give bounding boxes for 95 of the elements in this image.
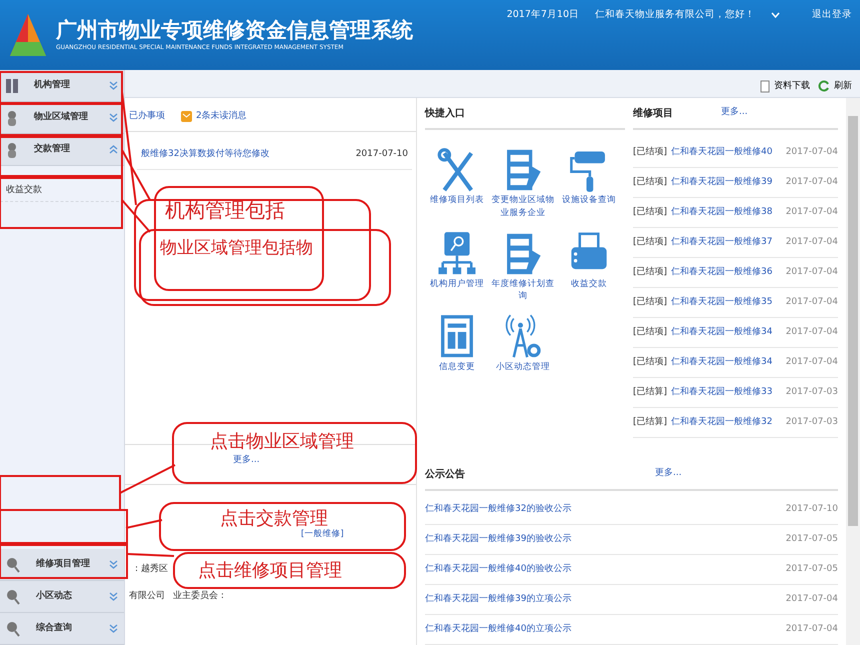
- project-link[interactable]: 仁和春天花园一般维修40: [671, 146, 772, 160]
- person-icon: [6, 110, 18, 126]
- status-tag: [已结项]: [633, 296, 668, 310]
- project-date: 2017-07-04: [786, 266, 838, 279]
- system-title: 广州市物业专项维修资金信息管理系统: [56, 18, 413, 44]
- double-chevron-up-icon: [109, 145, 118, 154]
- info-text: 业主委员会 :: [173, 590, 224, 604]
- notice-link[interactable]: 仁和春天花园一般维修40的验收公示: [425, 562, 572, 576]
- person-icon: [6, 142, 18, 158]
- status-tag: [已结项]: [633, 266, 668, 280]
- notice-link[interactable]: 仁和春天花园一般维修32的验收公示: [425, 502, 572, 516]
- logout-link[interactable]: 退出登录: [812, 8, 852, 22]
- more-link[interactable]: 更多...: [233, 454, 260, 468]
- shortcut-link[interactable]: 收益交款: [571, 278, 607, 290]
- info-text: 有限公司: [129, 590, 165, 604]
- message-date: 2017-07-10: [356, 148, 408, 161]
- scrollbar[interactable]: [846, 98, 860, 645]
- notice-link[interactable]: 仁和春天花园一般维修39的立项公示: [425, 592, 572, 606]
- search-icon: [6, 620, 20, 636]
- project-date: 2017-07-04: [786, 176, 838, 189]
- task-tab[interactable]: 已办事项: [129, 110, 165, 124]
- double-chevron-down-icon: [109, 592, 118, 601]
- callout-text: 点击物业区域管理: [210, 433, 354, 451]
- section-title: 维修项目: [633, 106, 673, 120]
- project-date: 2017-07-03: [786, 416, 838, 429]
- project-link[interactable]: 仁和春天花园一般维修39: [671, 176, 772, 190]
- callout-text: 物业区域管理包括物: [160, 240, 313, 257]
- project-date: 2017-07-04: [786, 146, 838, 159]
- sidebar-menu-item[interactable]: 机构管理: [0, 70, 124, 102]
- status-tag: [已结算]: [633, 416, 668, 430]
- status-tag: [已结项]: [633, 236, 668, 250]
- project-link[interactable]: 仁和春天花园一般维修37: [671, 236, 772, 250]
- sidebar-menu-item[interactable]: 维修项目管理: [0, 549, 124, 581]
- shortcut-link[interactable]: 机构用户管理: [430, 278, 484, 290]
- status-tag: [已结算]: [633, 386, 668, 400]
- double-chevron-down-icon: [109, 81, 118, 90]
- sidebar-subitem[interactable]: 收益交款: [0, 166, 124, 202]
- toolbar-button[interactable]: 资料下载: [756, 80, 814, 93]
- callout-text: 点击交款管理: [220, 510, 328, 528]
- shortcut-link[interactable]: 设施设备查询: [562, 194, 616, 207]
- double-chevron-down-icon: [109, 113, 118, 122]
- more-link[interactable]: 更多...: [721, 106, 748, 120]
- shortcut-link[interactable]: 小区动态管理: [496, 361, 550, 374]
- double-chevron-down-icon: [109, 560, 118, 569]
- notice-date: 2017-07-10: [786, 502, 838, 516]
- notice-date: 2017-07-04: [786, 592, 838, 606]
- project-link[interactable]: 仁和春天花园一般维修35: [671, 296, 772, 310]
- pyramid-logo-icon: [8, 12, 48, 58]
- refresh-icon: [818, 80, 830, 92]
- shortcut-link[interactable]: 年度维修计划查询: [491, 278, 555, 303]
- project-date: 2017-07-04: [786, 236, 838, 249]
- status-tag: [已结项]: [633, 146, 668, 160]
- project-link[interactable]: 仁和春天花园一般维修34: [671, 326, 772, 340]
- project-link[interactable]: 仁和春天花园一般维修34: [671, 356, 772, 370]
- notice-date: 2017-07-05: [786, 532, 838, 546]
- search-icon: [6, 556, 20, 572]
- section-title: 快捷入口: [425, 106, 465, 120]
- project-link[interactable]: 仁和春天花园一般维修38: [671, 206, 772, 220]
- shortcut-link[interactable]: 变更物业区域物业服务企业: [491, 194, 555, 220]
- project-link[interactable]: 仁和春天花园一般维修36: [671, 266, 772, 280]
- callout-text: 机构管理包括: [165, 200, 285, 220]
- message-link[interactable]: 般维修32决算数拨付等待您修改: [141, 148, 270, 162]
- double-chevron-down-icon: [109, 624, 118, 633]
- shortcut-link[interactable]: 信息变更: [439, 361, 475, 374]
- notice-date: 2017-07-04: [786, 622, 838, 636]
- status-tag: [已结项]: [633, 356, 668, 370]
- project-link[interactable]: 仁和春天花园一般维修33: [671, 386, 772, 400]
- panel-icon: [6, 78, 18, 92]
- category-link[interactable]: [一般维修]: [301, 528, 344, 541]
- mail-icon: [181, 111, 192, 122]
- status-tag: [已结项]: [633, 206, 668, 220]
- project-date: 2017-07-03: [786, 386, 838, 399]
- shortcut-link[interactable]: 维修项目列表: [430, 194, 484, 207]
- sidebar-menu-item[interactable]: 综合查询: [0, 613, 124, 645]
- user-greeting[interactable]: 仁和春天物业服务有限公司，您好！: [595, 8, 755, 22]
- toolbar-button[interactable]: 刷新: [814, 80, 856, 93]
- status-tag: [已结项]: [633, 326, 668, 340]
- info-text: : 越秀区: [135, 562, 168, 576]
- status-tag: [已结项]: [633, 176, 668, 190]
- project-link[interactable]: 仁和春天花园一般维修32: [671, 416, 772, 430]
- search-icon: [6, 588, 20, 604]
- project-date: 2017-07-04: [786, 326, 838, 339]
- task-tab[interactable]: 2条未读消息: [181, 110, 247, 124]
- notice-link[interactable]: 仁和春天花园一般维修40的立项公示: [425, 622, 572, 636]
- notice-link[interactable]: 仁和春天花园一般维修39的验收公示: [425, 532, 572, 546]
- more-link[interactable]: 更多...: [655, 467, 682, 481]
- document-icon: [760, 80, 770, 93]
- project-date: 2017-07-04: [786, 356, 838, 369]
- notice-date: 2017-07-05: [786, 562, 838, 576]
- sidebar-menu-item[interactable]: 小区动态: [0, 581, 124, 613]
- callout-text: 点击维修项目管理: [198, 562, 342, 580]
- project-date: 2017-07-04: [786, 296, 838, 309]
- date-text: 2017年7月10日: [506, 8, 579, 22]
- project-date: 2017-07-04: [786, 206, 838, 219]
- section-title: 公示公告: [425, 468, 466, 482]
